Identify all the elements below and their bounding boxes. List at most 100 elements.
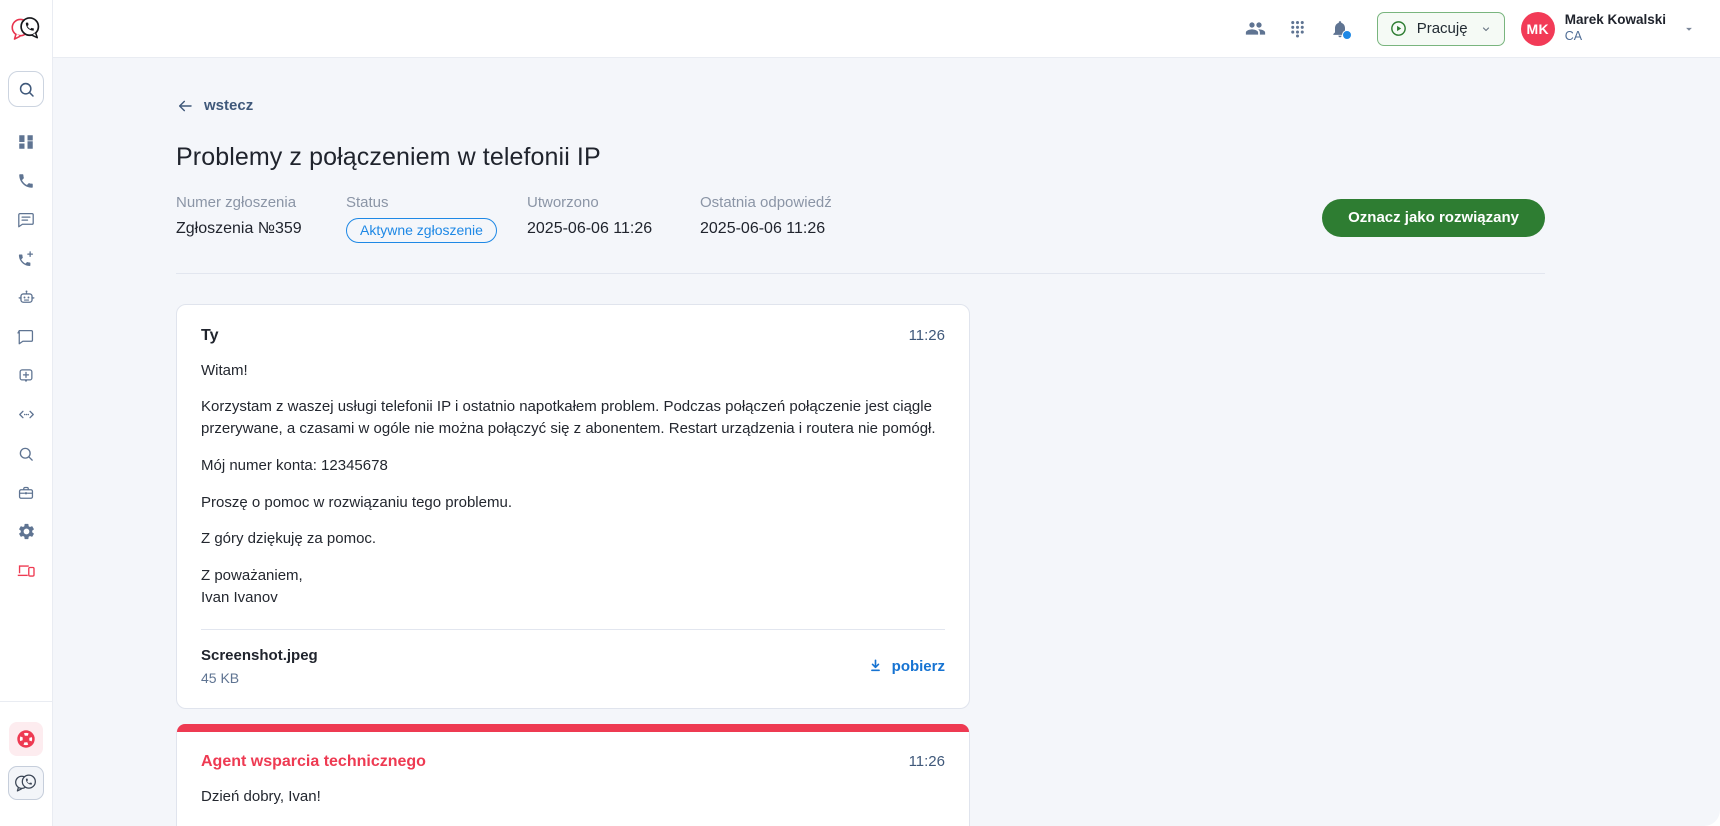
settings-icon: [18, 523, 34, 540]
message-paragraph: Dziękujemy za kontakt.: [201, 822, 945, 826]
meta-ticket-number: Numer zgłoszenia Zgłoszenia №359: [176, 194, 346, 246]
agent-accent-bar: [177, 723, 969, 732]
chevron-down-icon: [1480, 23, 1492, 35]
play-icon: [1390, 21, 1406, 36]
message-author: Agent wsparcia technicznego: [201, 752, 426, 770]
dashboard-icon: [19, 134, 33, 149]
sidebar-item-new-call[interactable]: [6, 239, 46, 278]
sidebar-item-messages[interactable]: [6, 200, 46, 239]
sidebar-nav: [6, 122, 46, 590]
dialpad-icon: [1291, 21, 1304, 38]
phone-chat-logo-icon: [11, 17, 40, 40]
code-icon: [18, 410, 34, 419]
message-paragraph: Z góry dziękuję za pomoc.: [201, 530, 377, 548]
sidebar-item-search[interactable]: [6, 434, 46, 473]
sidebar-item-devices[interactable]: [6, 551, 46, 590]
ticket-page: wstecz Problemy z połączeniem w telefoni…: [52, 57, 1720, 826]
attachment-filename: Screenshot.jpeg: [201, 646, 318, 664]
phone-add-icon: [18, 250, 34, 266]
sidebar-search-button[interactable]: [8, 71, 44, 107]
notification-badge: [1341, 29, 1352, 40]
app-logo[interactable]: [0, 0, 52, 57]
chat-lines-icon: [18, 212, 34, 227]
message-paragraph: Dzień dobry, Ivan!: [201, 787, 321, 805]
avatar: MK: [1520, 11, 1555, 46]
help-center-button[interactable]: [9, 722, 43, 756]
message-author: Ty: [201, 326, 219, 344]
sidebar-item-widgets[interactable]: [6, 356, 46, 395]
meta-value: Zgłoszenia №359: [176, 219, 302, 237]
signature-line: Ivan Ivanov: [201, 588, 278, 606]
meta-label: Ostatnia odpowiedź: [700, 193, 832, 211]
chat-icon: [17, 329, 34, 344]
devices-icon: [17, 565, 35, 577]
message-card-agent: Agent wsparcia technicznego 11:26 Dzień …: [176, 723, 970, 826]
sidebar-item-workspace[interactable]: [6, 473, 46, 512]
download-label: pobierz: [891, 657, 945, 675]
phone-icon: [19, 173, 33, 188]
user-role: CA: [1564, 29, 1583, 44]
user-menu[interactable]: MK Marek Kowalski CA: [1520, 11, 1696, 46]
sidebar-item-integrations[interactable]: [6, 395, 46, 434]
download-link[interactable]: pobierz: [867, 658, 945, 675]
meta-label: Numer zgłoszenia: [176, 193, 297, 211]
chevron-down-icon: [1682, 22, 1696, 36]
meta-value: 2025-06-06 11:26: [700, 219, 826, 237]
message-paragraph: Proszę o pomoc w rozwiązaniu tego proble…: [201, 493, 512, 511]
message-signature: Z poważaniem, Ivan Ivanov: [201, 565, 945, 609]
lifebuoy-icon: [17, 730, 35, 748]
back-link[interactable]: wstecz: [176, 97, 253, 114]
phone-widget-icon: [15, 774, 36, 792]
search-icon: [19, 82, 34, 97]
message-header: Ty 11:26: [201, 327, 945, 345]
status-badge: Aktywne zgłoszenie: [346, 217, 497, 243]
briefcase-icon: [18, 486, 34, 499]
attachment-info: Screenshot.jpeg 45 KB: [201, 647, 318, 686]
agents-icon: [1246, 22, 1266, 35]
sidebar-item-calls[interactable]: [6, 161, 46, 200]
widget-add-icon: [19, 368, 33, 382]
header-divider: [176, 272, 1545, 274]
meta-value: 2025-06-06 11:26: [527, 219, 653, 237]
robot-icon: [18, 290, 34, 303]
signature-line: Z poważaniem,: [201, 567, 303, 584]
meta-status: Status Aktywne zgłoszenie: [346, 194, 527, 246]
dialpad-button[interactable]: [1277, 9, 1319, 49]
softphone-widget-button[interactable]: [8, 766, 44, 800]
notifications-button[interactable]: [1319, 9, 1361, 49]
app-window: Pracuję MK Marek Kowalski CA wstecz Prob…: [0, 0, 1720, 826]
topbar: Pracuję MK Marek Kowalski CA: [52, 0, 1720, 58]
meta-label: Status: [346, 193, 389, 211]
ticket-meta: Numer zgłoszenia Zgłoszenia №359 Status …: [176, 194, 1545, 246]
message-time: 11:26: [908, 752, 945, 770]
user-name: Marek Kowalski: [1564, 12, 1666, 28]
search-icon: [19, 447, 33, 461]
message-paragraph: Witam!: [201, 361, 248, 379]
mark-resolved-button[interactable]: Oznacz jako rozwiązany: [1322, 198, 1545, 237]
page-title: Problemy z połączeniem w telefonii IP: [176, 142, 601, 171]
sidebar: [0, 0, 53, 826]
meta-created: Utworzono 2025-06-06 11:26: [527, 194, 700, 246]
agents-button[interactable]: [1235, 9, 1277, 49]
message-paragraph: Korzystam z waszej usługi telefonii IP i…: [201, 398, 936, 437]
sidebar-item-settings[interactable]: [6, 512, 46, 551]
attachment-row: Screenshot.jpeg 45 KB pobierz: [201, 647, 945, 686]
message-paragraph: Mój numer konta: 12345678: [201, 456, 388, 474]
attachment-filesize: 45 KB: [201, 669, 240, 686]
message-time: 11:26: [908, 326, 945, 344]
meta-label: Utworzono: [527, 193, 599, 211]
sidebar-item-dashboard[interactable]: [6, 122, 46, 161]
download-icon: [870, 658, 880, 671]
meta-last-reply: Ostatnia odpowiedź 2025-06-06 11:26: [700, 194, 832, 246]
message-card-customer: Ty 11:26 Witam! Korzystam z waszej usług…: [176, 303, 970, 709]
sidebar-item-chats[interactable]: [6, 317, 46, 356]
sidebar-item-bots[interactable]: [6, 278, 46, 317]
back-label: wstecz: [204, 97, 254, 114]
status-dropdown[interactable]: Pracuję: [1376, 11, 1505, 46]
message-header: Agent wsparcia technicznego 11:26: [201, 753, 945, 771]
user-meta: Marek Kowalski CA: [1565, 12, 1666, 45]
status-label: Pracuję: [1416, 20, 1468, 37]
sidebar-bottom: [0, 701, 52, 826]
message-thread: Ty 11:26 Witam! Korzystam z waszej usług…: [176, 303, 1545, 826]
attachment-divider: [201, 628, 945, 630]
